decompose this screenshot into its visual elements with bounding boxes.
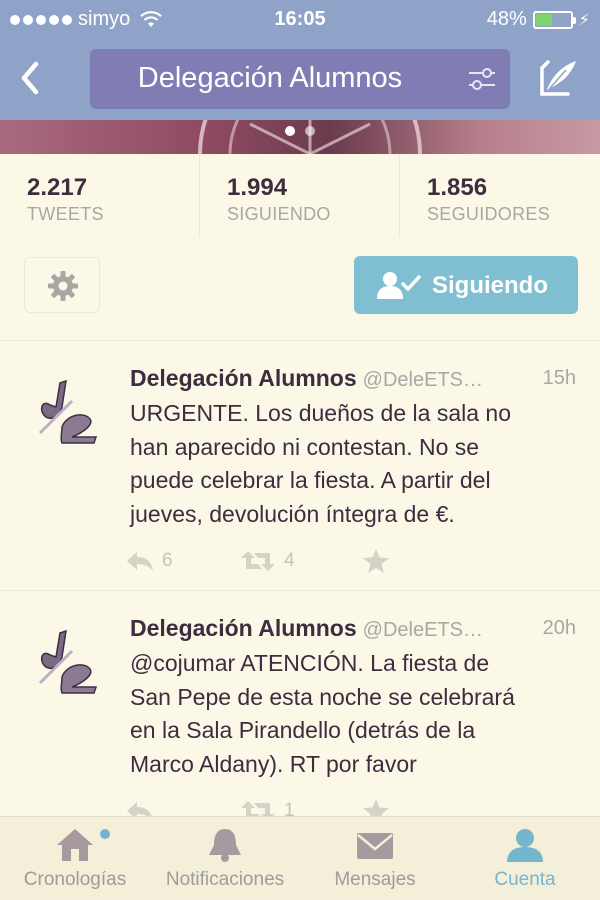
tweet-time: 20h (542, 617, 576, 639)
page-title: Delegación Alumnos (137, 62, 403, 94)
tweet-author-handle[interactable]: @DeleETS… (363, 369, 483, 391)
favorite-button[interactable] (362, 546, 390, 576)
tweet-author-handle[interactable]: @DeleETS… (363, 619, 483, 641)
stat-label: SEGUIDORES (427, 204, 551, 224)
reply-icon (127, 552, 153, 571)
following-label: Siguiendo (432, 272, 548, 299)
reply-button[interactable]: 6 (126, 546, 173, 576)
tweet-line: Marco Aldany). RT por favor (130, 750, 417, 777)
tab-label: Cuenta (494, 869, 556, 890)
gear-icon (48, 271, 78, 301)
battery-icon (532, 10, 576, 29)
battery-percent: 48% (486, 8, 527, 30)
nav-bar: Delegación Alumnos (0, 38, 600, 120)
title-pill[interactable]: Delegación Alumnos (90, 49, 510, 109)
envelope-icon (357, 833, 393, 859)
page-indicator[interactable] (0, 126, 600, 136)
status-bar: simyo 16:05 48% ⚡ (0, 0, 600, 38)
tweet-time: 15h (542, 367, 576, 389)
tweet-line: en la Sala Pirandello (detrás de la (130, 717, 476, 743)
stat-following[interactable]: 1.994 SIGUIENDO (200, 154, 400, 238)
tab-mensajes[interactable]: Mensajes (300, 827, 450, 891)
following-button[interactable]: Siguiendo (354, 256, 578, 314)
tweet-header: Delegación Alumnos @DeleETS… 15h (130, 365, 580, 395)
tab-label: Cronologías (23, 869, 127, 890)
home-icon (57, 829, 93, 861)
stat-tweets[interactable]: 2.217 TWEETS (0, 154, 200, 238)
settings-button[interactable] (24, 257, 100, 313)
reply-count: 6 (162, 550, 173, 571)
stat-value: 1.856 (427, 174, 488, 201)
page-dot-active (285, 126, 295, 136)
star-icon (363, 549, 389, 573)
avatar[interactable] (32, 621, 104, 707)
filter-icon[interactable] (468, 67, 496, 91)
bell-icon (209, 829, 241, 862)
tab-bar: Cronologías Notificaciones Mensajes Cuen… (0, 816, 600, 900)
tweet-line: jueves, devolución íntegra de €. (130, 500, 455, 527)
battery-fill (535, 13, 553, 26)
notification-dot (100, 829, 110, 839)
tweet-text: URGENTE. Los dueños de la sala no han ap… (130, 397, 580, 531)
tweet-author-name[interactable]: Delegación Alumnos (130, 365, 357, 391)
stat-followers[interactable]: 1.856 SEGUIDORES (400, 154, 600, 238)
profile-header-image[interactable] (0, 120, 600, 154)
status-right: 48% ⚡ (487, 8, 590, 31)
tweet-line: puede celebrar la fiesta. A partir del (130, 467, 491, 493)
avatar[interactable] (32, 371, 104, 457)
person-icon (507, 829, 543, 862)
tab-label: Notificaciones (165, 869, 285, 890)
tweet-line: han aparecido ni contestan. No se (130, 433, 480, 460)
retweet-button[interactable]: 4 (240, 546, 295, 576)
tweet-item[interactable]: Delegación Alumnos @DeleETS… 15h URGENTE.… (0, 341, 600, 591)
stat-value: 1.994 (227, 174, 288, 201)
page-dot (305, 126, 315, 136)
tweet-header: Delegación Alumnos @DeleETS… 20h (130, 615, 580, 645)
tweet-line: San Pepe de esta noche se celebrará (130, 683, 515, 710)
chevron-left-icon (21, 61, 39, 95)
tweet-list: Delegación Alumnos @DeleETS… 15h URGENTE.… (0, 340, 600, 831)
tweet-actions: 6 4 (126, 546, 426, 576)
tab-cronologias[interactable]: Cronologías (0, 827, 150, 891)
compose-icon[interactable] (538, 58, 578, 98)
tweet-item[interactable]: Delegación Alumnos @DeleETS… 20h @cojumar… (0, 591, 600, 831)
profile-stats: 2.217 TWEETS 1.994 SIGUIENDO 1.856 SEGUI… (0, 154, 600, 238)
tweet-line: @cojumar ATENCIÓN. La fiesta de (130, 650, 490, 676)
stat-value: 2.217 (27, 174, 88, 201)
retweet-count: 4 (284, 550, 295, 571)
tab-label: Mensajes (334, 869, 416, 890)
tab-notificaciones[interactable]: Notificaciones (150, 827, 300, 891)
tweet-text: @cojumar ATENCIÓN. La fiesta de San Pepe… (130, 647, 580, 781)
stat-label: SIGUIENDO (227, 204, 331, 224)
tab-cuenta[interactable]: Cuenta (450, 827, 600, 891)
retweet-icon (241, 551, 275, 571)
back-button[interactable] (14, 58, 46, 98)
person-check-icon (377, 272, 421, 299)
charging-icon: ⚡ (578, 11, 590, 29)
stat-label: TWEETS (27, 204, 104, 224)
tweet-line: URGENTE. Los dueños de la sala no (130, 400, 511, 426)
tweet-author-name[interactable]: Delegación Alumnos (130, 615, 357, 641)
